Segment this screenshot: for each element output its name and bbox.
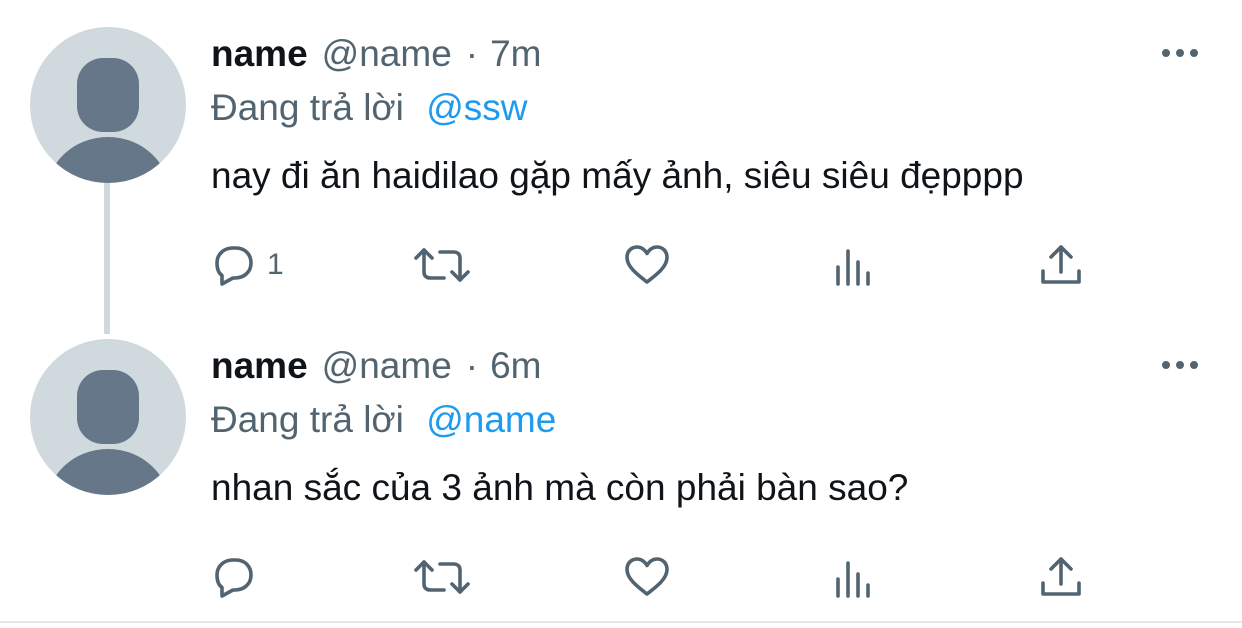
user-handle[interactable]: @name [322, 344, 452, 388]
more-options-button[interactable] [1158, 38, 1202, 68]
reply-button[interactable] [211, 550, 267, 604]
default-avatar-icon [47, 370, 169, 495]
avatar[interactable] [30, 27, 186, 183]
share-upload-icon [1041, 557, 1081, 596]
more-options-button[interactable] [1158, 350, 1202, 380]
replying-to-line: Đang trả lời @ssw [211, 86, 527, 130]
views-chart-icon [836, 249, 870, 286]
display-name[interactable]: name [211, 32, 308, 76]
like-button[interactable] [622, 550, 672, 604]
timestamp[interactable]: 7m [490, 32, 541, 76]
retweet-button[interactable] [412, 550, 472, 604]
share-button[interactable] [1038, 238, 1084, 292]
reply-bubble-icon [215, 558, 253, 598]
tweet-header: name @name · 7m [211, 32, 542, 76]
reply-button[interactable]: 1 [211, 238, 284, 292]
timestamp[interactable]: 6m [490, 344, 541, 388]
replying-to-label: Đang trả lời [211, 399, 404, 440]
tweet-text: nay đi ăn haidilao gặp mấy ảnh, siêu siê… [211, 155, 1024, 196]
tweet-text: nhan sắc của 3 ảnh mà còn phải bàn sao? [211, 467, 909, 508]
separator-dot: · [465, 33, 479, 74]
views-button[interactable] [832, 550, 876, 604]
share-button[interactable] [1038, 550, 1084, 604]
bottom-divider [0, 621, 1242, 623]
retweet-icon [414, 248, 470, 282]
tweet-actions [211, 550, 1111, 604]
separator-dot: · [465, 345, 479, 386]
tweet[interactable]: name @name · 7m Đang trả lời @ssw nay đi… [0, 0, 1242, 312]
tweet-header: name @name · 6m [211, 344, 542, 388]
replying-to-line: Đang trả lời @name [211, 398, 556, 442]
heart-icon [625, 557, 669, 596]
more-horizontal-icon [1162, 361, 1198, 369]
display-name[interactable]: name [211, 344, 308, 388]
mention-link[interactable]: @ssw [426, 87, 527, 128]
mention-link[interactable]: @name [426, 399, 556, 440]
reply-bubble-icon [215, 246, 253, 286]
views-button[interactable] [832, 238, 876, 292]
views-chart-icon [836, 561, 870, 598]
heart-icon [625, 245, 669, 284]
retweet-icon [414, 560, 470, 594]
default-avatar-icon [47, 58, 169, 183]
tweet-thread: name @name · 7m Đang trả lời @ssw nay đi… [0, 0, 1242, 628]
like-button[interactable] [622, 238, 672, 292]
retweet-button[interactable] [412, 238, 472, 292]
user-handle[interactable]: @name [322, 32, 452, 76]
reply-count: 1 [267, 248, 284, 281]
avatar[interactable] [30, 339, 186, 495]
replying-to-label: Đang trả lời [211, 87, 404, 128]
tweet-actions: 1 [211, 238, 1111, 292]
more-horizontal-icon [1162, 49, 1198, 57]
tweet[interactable]: name @name · 6m Đang trả lời @name nhan … [0, 312, 1242, 621]
share-upload-icon [1041, 245, 1081, 284]
